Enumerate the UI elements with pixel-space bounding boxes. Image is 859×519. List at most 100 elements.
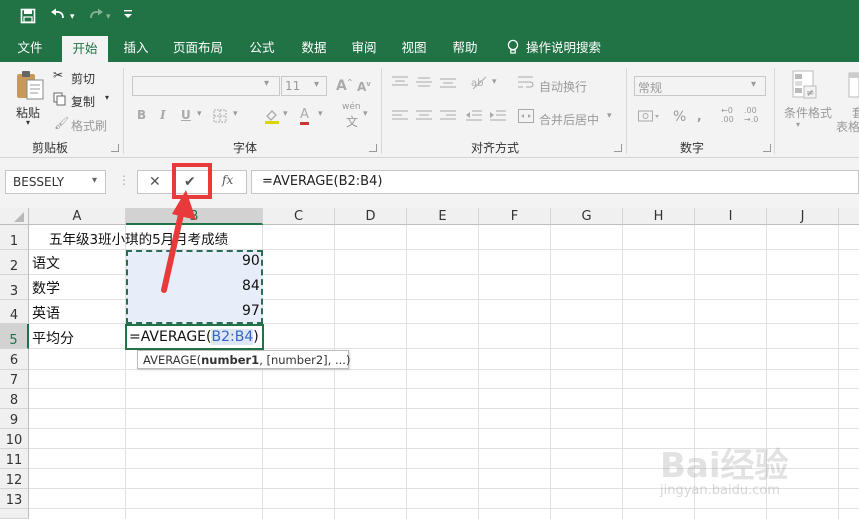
tab-formulas[interactable]: 公式 (240, 34, 284, 62)
row-header-13[interactable]: 13 (0, 489, 29, 509)
align-right-icon[interactable] (440, 110, 456, 125)
cell-a4[interactable]: 英语 (32, 303, 60, 323)
align-bottom-icon[interactable] (440, 76, 456, 91)
decrease-decimal-icon[interactable]: .00 →.0 (744, 106, 758, 124)
insert-function-icon[interactable]: fx (222, 173, 233, 187)
cell-a1[interactable]: 五年级3班小琪的5月月考成绩 (49, 228, 228, 248)
cell-b2[interactable]: 90 (242, 253, 260, 269)
row-header-8[interactable]: 8 (0, 389, 29, 409)
border-icon[interactable] (213, 109, 227, 126)
column-header-j[interactable]: J (767, 208, 839, 225)
column-header-i[interactable]: I (695, 208, 767, 225)
chevron-down-icon[interactable]: ▾ (92, 175, 97, 186)
accounting-format-icon[interactable] (638, 108, 660, 127)
number-launcher-icon[interactable] (763, 144, 771, 152)
tab-file[interactable]: 文件 (8, 34, 52, 62)
phonetic-icon[interactable]: wén (342, 102, 361, 112)
formula-input[interactable]: =AVERAGE(B2:B4) (251, 170, 859, 194)
row-header-10[interactable]: 10 (0, 429, 29, 449)
orientation-icon[interactable]: ab (470, 74, 488, 93)
pointer-arrow-icon (161, 190, 196, 293)
decrease-font-icon[interactable]: Av (357, 80, 371, 94)
function-tooltip[interactable]: AVERAGE(number1, [number2], ...) (137, 350, 350, 369)
italic-button[interactable]: I (160, 108, 166, 122)
group-separator (774, 68, 775, 154)
row-header-3[interactable]: 3 (0, 275, 29, 300)
row-header-5[interactable]: 5 (0, 324, 29, 349)
format-as-table-button-2[interactable]: 表格 (836, 118, 859, 135)
font-launcher-icon[interactable] (369, 144, 377, 152)
undo-icon[interactable] (50, 8, 68, 28)
row-header-7[interactable]: 7 (0, 370, 29, 389)
tab-view[interactable]: 视图 (392, 34, 436, 62)
row-header-4[interactable]: 4 (0, 300, 29, 324)
paste-dropdown-icon[interactable]: ▾ (26, 118, 30, 127)
conditional-format-button[interactable]: 条件格式 (784, 104, 832, 121)
row-header-12[interactable]: 12 (0, 469, 29, 489)
align-left-icon[interactable] (392, 110, 408, 125)
undo-dropdown-icon[interactable]: ▾ (70, 8, 75, 26)
comma-style-icon[interactable]: , (697, 109, 702, 123)
row-header-14[interactable] (0, 509, 29, 519)
row-header-9[interactable]: 9 (0, 409, 29, 429)
wrap-text-button[interactable]: 自动换行 (539, 78, 587, 95)
column-header-e[interactable]: E (407, 208, 479, 225)
merge-center-button[interactable]: 合并后居中 (539, 111, 599, 128)
underline-button[interactable]: U (181, 108, 191, 122)
column-header-c[interactable]: C (263, 208, 335, 225)
align-top-icon[interactable] (392, 76, 408, 91)
tab-data[interactable]: 数据 (292, 34, 336, 62)
cell-b4[interactable]: 97 (242, 303, 260, 319)
formula-reference: B2:B4 (211, 329, 254, 345)
tab-home[interactable]: 开始 (62, 36, 108, 62)
clipboard-launcher-icon[interactable] (111, 144, 119, 152)
column-header-f[interactable]: F (479, 208, 551, 225)
name-box[interactable]: BESSELY ▾ (5, 170, 106, 194)
format-painter-button[interactable]: 格式刷 (71, 117, 107, 134)
tab-page-layout[interactable]: 页面布局 (166, 34, 230, 62)
bold-button[interactable]: B (137, 108, 146, 122)
row-header-1[interactable]: 1 (0, 225, 29, 250)
column-header-h[interactable]: H (623, 208, 695, 225)
font-color-icon[interactable]: A (300, 107, 309, 125)
cell-a3[interactable]: 数学 (32, 278, 60, 298)
column-header-g[interactable]: G (551, 208, 623, 225)
fill-color-icon[interactable] (264, 108, 280, 127)
cell-b3[interactable]: 84 (242, 278, 260, 294)
number-format-combo[interactable]: 常规 ▾ (634, 76, 766, 96)
align-center-icon[interactable] (416, 110, 432, 125)
column-header-d[interactable]: D (335, 208, 407, 225)
customize-qat-icon[interactable] (123, 8, 133, 27)
row-header-11[interactable]: 11 (0, 449, 29, 469)
spreadsheet-grid[interactable]: A B C D E F G H I J 1 2 3 4 5 6 7 8 9 10… (0, 208, 859, 519)
tab-insert[interactable]: 插入 (114, 34, 158, 62)
column-header-a[interactable]: A (29, 208, 126, 225)
row-header-6[interactable]: 6 (0, 349, 29, 370)
tab-help[interactable]: 帮助 (443, 34, 487, 62)
row-header-2[interactable]: 2 (0, 250, 29, 275)
tell-me-search[interactable]: 操作说明搜索 (526, 34, 616, 62)
grip-icon[interactable]: ⋮ (118, 173, 130, 187)
copy-dropdown-icon[interactable]: ▾ (105, 93, 109, 102)
gridline (622, 225, 623, 519)
align-middle-icon[interactable] (416, 76, 432, 91)
alignment-launcher-icon[interactable] (614, 144, 622, 152)
tab-review[interactable]: 审阅 (342, 34, 386, 62)
percent-button[interactable]: % (673, 109, 686, 125)
increase-font-icon[interactable]: A^ (336, 78, 353, 94)
font-size-combo[interactable]: 11 ▾ (281, 76, 327, 96)
cell-a5[interactable]: 平均分 (32, 328, 74, 348)
save-icon[interactable] (20, 8, 36, 28)
cut-button[interactable]: 剪切 (71, 70, 95, 87)
increase-decimal-icon[interactable]: ←0.00 (721, 106, 734, 124)
copy-button[interactable]: 复制 (71, 93, 95, 110)
select-all-corner[interactable] (0, 208, 29, 225)
font-name-combo[interactable] (132, 76, 280, 96)
paste-icon[interactable] (14, 70, 46, 100)
cell-a2[interactable]: 语文 (32, 253, 60, 273)
chevron-down-icon: ▾ (751, 79, 757, 90)
increase-indent-icon[interactable] (490, 110, 506, 125)
column-header-k[interactable] (839, 208, 859, 225)
decrease-indent-icon[interactable] (466, 110, 482, 125)
active-cell-b5[interactable]: =AVERAGE(B2:B4) (125, 324, 264, 350)
